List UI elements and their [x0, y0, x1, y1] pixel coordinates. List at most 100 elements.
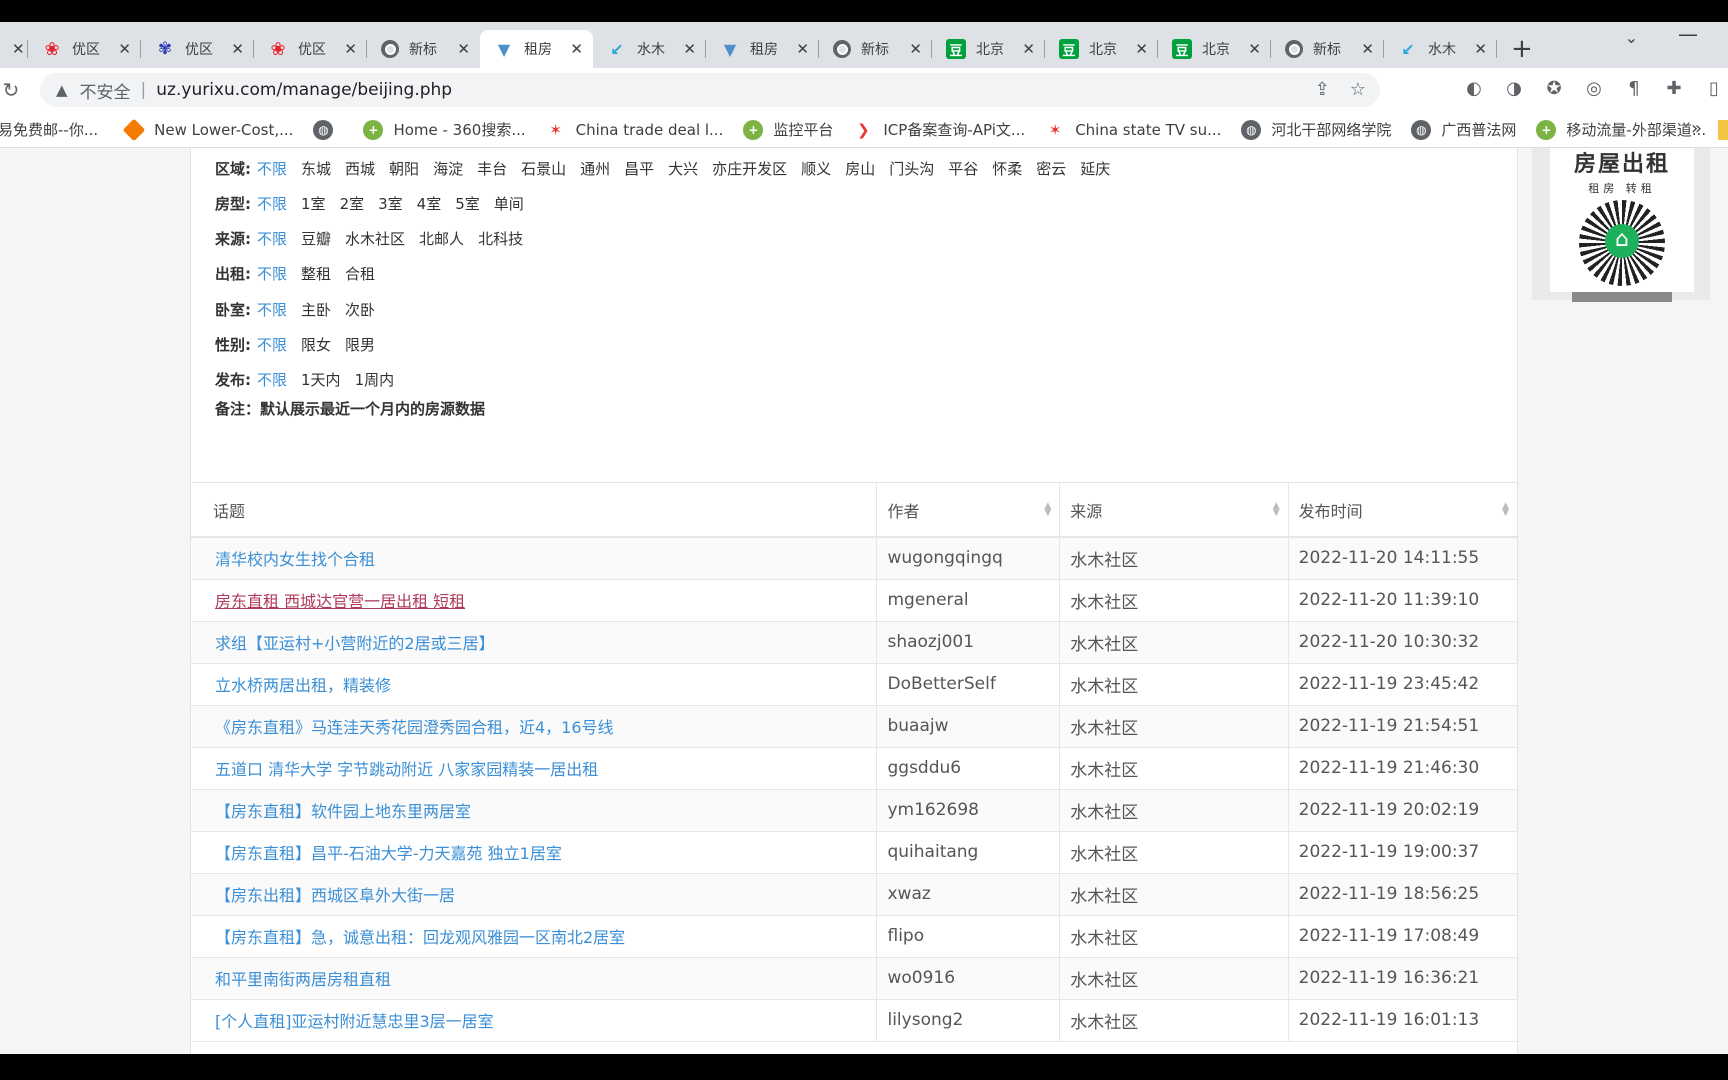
share-icon[interactable]: ⇪ [1315, 79, 1330, 100]
browser-tab[interactable]: ▼ 租房 ✕ [706, 30, 819, 68]
filter-option[interactable]: 5室 [455, 193, 480, 214]
close-tab-icon[interactable]: ✕ [1135, 40, 1148, 58]
topic-link[interactable]: 房东直租 西城达官营一居出租 短租 [215, 592, 465, 611]
bookmark-item[interactable]: ◍ [313, 119, 343, 140]
filter-option[interactable]: 限女 [301, 334, 331, 355]
browser-tab[interactable]: ❀ 优区 ✕ [28, 30, 141, 68]
puzzle-icon[interactable]: ✚ [1662, 78, 1686, 99]
filter-option[interactable]: 平谷 [948, 158, 978, 179]
bookmark-item[interactable]: New Lower-Cost,... [122, 118, 293, 141]
filter-option[interactable]: 石景山 [521, 158, 566, 179]
close-tab-icon[interactable]: ✕ [344, 40, 357, 58]
bookmark-item[interactable]: ◍ 河北干部网络学院 [1241, 119, 1391, 140]
browser-tab[interactable]: 豆北京 ✕ [1045, 30, 1158, 68]
filter-option[interactable]: 不限 [257, 299, 287, 320]
filter-option[interactable]: 不限 [257, 369, 287, 390]
bookmark-item[interactable]: + 移动流量-外部渠道... [1536, 119, 1706, 140]
filter-option[interactable]: 顺义 [801, 158, 831, 179]
bookmark-item[interactable]: ◍ 广西普法网 [1411, 119, 1516, 140]
address-bar[interactable]: ▲ 不安全 | uz.yurixu.com/manage/beijing.php… [40, 73, 1380, 107]
topic-link[interactable]: 和平里南街两居房租直租 [215, 970, 391, 989]
topic-link[interactable]: [个人直租]亚运村附近慧忠里3层一居室 [215, 1012, 494, 1031]
filter-option[interactable]: 门头沟 [889, 158, 934, 179]
filter-option[interactable]: 通州 [580, 158, 610, 179]
topic-link[interactable]: 【房东直租】昌平-石油大学-力天嘉苑 独立1居室 [215, 844, 562, 863]
close-tab-icon[interactable]: ✕ [457, 40, 470, 58]
filter-option[interactable]: 海淀 [433, 158, 463, 179]
topic-link[interactable]: 立水桥两居出租，精装修 [215, 676, 391, 695]
topic-link[interactable]: 五道口 清华大学 字节跳动附近 八家家园精装一居出租 [215, 760, 598, 779]
close-tab-icon[interactable]: ✕ [1361, 40, 1374, 58]
filter-option[interactable]: 1天内 [301, 369, 341, 390]
topic-link[interactable]: 《房东直租》马连洼天秀花园澄秀园合租，近4，16号线 [215, 718, 614, 737]
new-tab-button[interactable]: + [1511, 30, 1533, 68]
browser-tab[interactable]: 新标 ✕ [1271, 30, 1384, 68]
security-label[interactable]: 不安全 [80, 78, 131, 103]
filter-option[interactable]: 朝阳 [389, 158, 419, 179]
filter-option[interactable]: 北科技 [478, 228, 523, 249]
filter-option[interactable]: 次卧 [345, 299, 375, 320]
browser-tab[interactable]: ✕ [0, 30, 28, 68]
extension-icon[interactable]: ◑ [1502, 78, 1526, 99]
filter-option[interactable]: 合租 [345, 263, 375, 284]
topic-link[interactable]: 【房东直租】急，诚意出租：回龙观风雅园一区南北2居室 [215, 928, 625, 947]
filter-option[interactable]: 主卧 [301, 299, 331, 320]
close-tab-icon[interactable]: ✕ [683, 40, 696, 58]
extension-icon[interactable]: ¶ [1622, 78, 1646, 99]
filter-option[interactable]: 密云 [1036, 158, 1066, 179]
sidepanel-icon[interactable]: ▯ [1702, 78, 1726, 99]
filter-option[interactable]: 不限 [257, 158, 287, 179]
filter-option[interactable]: 亦庄开发区 [712, 158, 787, 179]
bookmark-folder-icon[interactable] [1718, 120, 1728, 140]
browser-tab[interactable]: 豆北京 ✕ [1158, 30, 1271, 68]
close-tab-icon[interactable]: ✕ [118, 40, 131, 58]
filter-option[interactable]: 大兴 [668, 158, 698, 179]
close-tab-icon[interactable]: ✕ [570, 40, 583, 58]
filter-option[interactable]: 2室 [340, 193, 365, 214]
bookmark-star-icon[interactable]: ☆ [1350, 79, 1366, 100]
column-header-topic[interactable]: 话题 [191, 483, 878, 538]
filter-option[interactable]: 1室 [301, 193, 326, 214]
filter-option[interactable]: 不限 [257, 193, 287, 214]
close-tab-icon[interactable]: ✕ [12, 40, 25, 58]
minimize-button[interactable]: — [1678, 22, 1698, 46]
browser-tab[interactable]: ▼ 租房 ✕ [480, 30, 593, 68]
browser-tab[interactable]: ↙ 水木 ✕ [593, 30, 706, 68]
browser-tab[interactable]: 豆北京 ✕ [932, 30, 1045, 68]
close-tab-icon[interactable]: ✕ [909, 40, 922, 58]
close-tab-icon[interactable]: ✕ [231, 40, 244, 58]
filter-option[interactable]: 西城 [345, 158, 375, 179]
filter-option[interactable]: 怀柔 [992, 158, 1022, 179]
close-tab-icon[interactable]: ✕ [1474, 40, 1487, 58]
filter-option[interactable]: 不限 [257, 334, 287, 355]
close-tab-icon[interactable]: ✕ [796, 40, 809, 58]
browser-tab[interactable]: 新标 ✕ [819, 30, 932, 68]
topic-link[interactable]: 清华校内女生找个合租 [215, 550, 375, 569]
bookmark-item[interactable]: ✶ China state TV su... [1045, 120, 1222, 140]
filter-option[interactable]: 豆瓣 [301, 228, 331, 249]
topic-link[interactable]: 求组【亚运村+小营附近的2居或三居】 [215, 634, 495, 653]
filter-option[interactable]: 不限 [257, 228, 287, 249]
extension-icon[interactable]: ◎ [1582, 78, 1606, 99]
browser-tab[interactable]: ↙ 水木 ✕ [1384, 30, 1497, 68]
close-tab-icon[interactable]: ✕ [1022, 40, 1035, 58]
bookmark-item[interactable]: ❯ ICP备案查询-APi文... [853, 119, 1025, 140]
browser-tab[interactable]: ❀ 优区 ✕ [254, 30, 367, 68]
filter-option[interactable]: 水木社区 [345, 228, 405, 249]
sort-icon[interactable]: ▲ ▼ [1502, 502, 1509, 518]
bookmark-item[interactable]: ✶ China trade deal l... [546, 120, 723, 140]
reload-icon[interactable]: ↻ [0, 78, 24, 102]
filter-option[interactable]: 昌平 [624, 158, 654, 179]
browser-tab[interactable]: ✾ 优区 ✕ [141, 30, 254, 68]
close-tab-icon[interactable]: ✕ [1248, 40, 1261, 58]
filter-option[interactable]: 3室 [378, 193, 403, 214]
column-header-author[interactable]: 作者 ▲ ▼ [876, 483, 1061, 538]
filter-option[interactable]: 限男 [345, 334, 375, 355]
filter-option[interactable]: 4室 [417, 193, 442, 214]
extension-icon[interactable]: ✪ [1542, 78, 1566, 99]
filter-option[interactable]: 延庆 [1080, 158, 1110, 179]
sort-icon[interactable]: ▲ ▼ [1273, 502, 1280, 518]
sort-icon[interactable]: ▲ ▼ [1044, 502, 1051, 518]
ad-banner[interactable]: 房屋出租 租房 转租 [1532, 148, 1710, 302]
column-header-source[interactable]: 来源 ▲ ▼ [1059, 483, 1289, 538]
